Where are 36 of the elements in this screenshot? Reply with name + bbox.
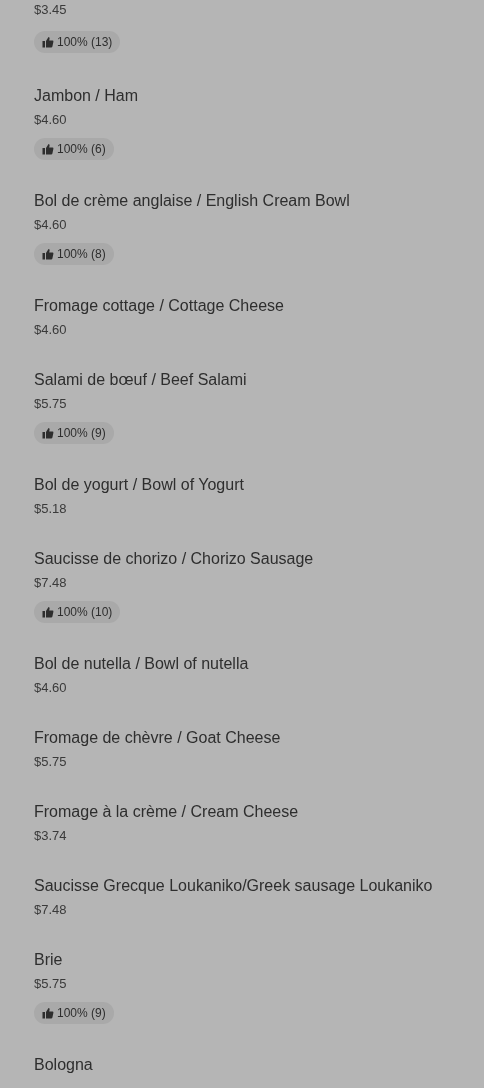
thumbs-up-icon bbox=[42, 427, 54, 439]
thumbs-up-icon bbox=[42, 36, 54, 48]
item-name[interactable]: Bol de nutella / Bowl of nutella bbox=[34, 652, 249, 676]
item-price: $5.75 bbox=[34, 753, 67, 771]
item-price: $7.48 bbox=[34, 901, 67, 919]
item-name[interactable]: Fromage à la crème / Cream Cheese bbox=[34, 800, 299, 824]
rating-badge: 100% (9) bbox=[34, 1002, 114, 1024]
item-name[interactable]: Saucisse de chorizo / Chorizo Sausage bbox=[34, 547, 314, 571]
item-name[interactable]: Saucisse Grecque Loukaniko/Greek sausage Loukaniko bbox=[34, 874, 433, 898]
item-price: $4.60 bbox=[34, 321, 67, 339]
item-price: $4.60 bbox=[34, 679, 67, 697]
thumbs-up-icon bbox=[42, 248, 54, 260]
item-name[interactable]: Bol de crème anglaise / English Cream Bowl bbox=[34, 189, 350, 213]
rating-badge: 100% (9) bbox=[34, 422, 114, 444]
thumbs-up-icon bbox=[42, 1007, 54, 1019]
rating-badge: 100% (13) bbox=[34, 31, 121, 53]
item-price: $7.48 bbox=[34, 574, 67, 592]
item-price: $5.75 bbox=[34, 395, 67, 413]
thumbs-up-icon bbox=[42, 606, 54, 618]
item-name[interactable]: Bologna bbox=[34, 1053, 93, 1077]
item-name[interactable]: Fromage de chèvre / Goat Cheese bbox=[34, 726, 281, 750]
rating-badge: 100% (10) bbox=[34, 601, 121, 623]
item-price: $3.74 bbox=[34, 827, 67, 845]
item-price: $5.18 bbox=[34, 500, 67, 518]
item-name[interactable]: Brie bbox=[34, 948, 63, 972]
item-price: $3.45 bbox=[34, 3, 67, 17]
item-price: $4.60 bbox=[34, 216, 67, 234]
item-name[interactable]: Jambon / Ham bbox=[34, 84, 139, 108]
item-price: $5.75 bbox=[34, 975, 67, 993]
item-name[interactable]: Fromage cottage / Cottage Cheese bbox=[34, 294, 284, 318]
thumbs-up-icon bbox=[42, 143, 54, 155]
item-name[interactable]: Bol de yogurt / Bowl of Yogurt bbox=[34, 473, 244, 497]
item-name[interactable]: Salami de bœuf / Beef Salami bbox=[34, 368, 247, 392]
rating-badge: 100% (8) bbox=[34, 243, 114, 265]
rating-badge: 100% (6) bbox=[34, 138, 114, 160]
item-price: $4.60 bbox=[34, 111, 67, 129]
